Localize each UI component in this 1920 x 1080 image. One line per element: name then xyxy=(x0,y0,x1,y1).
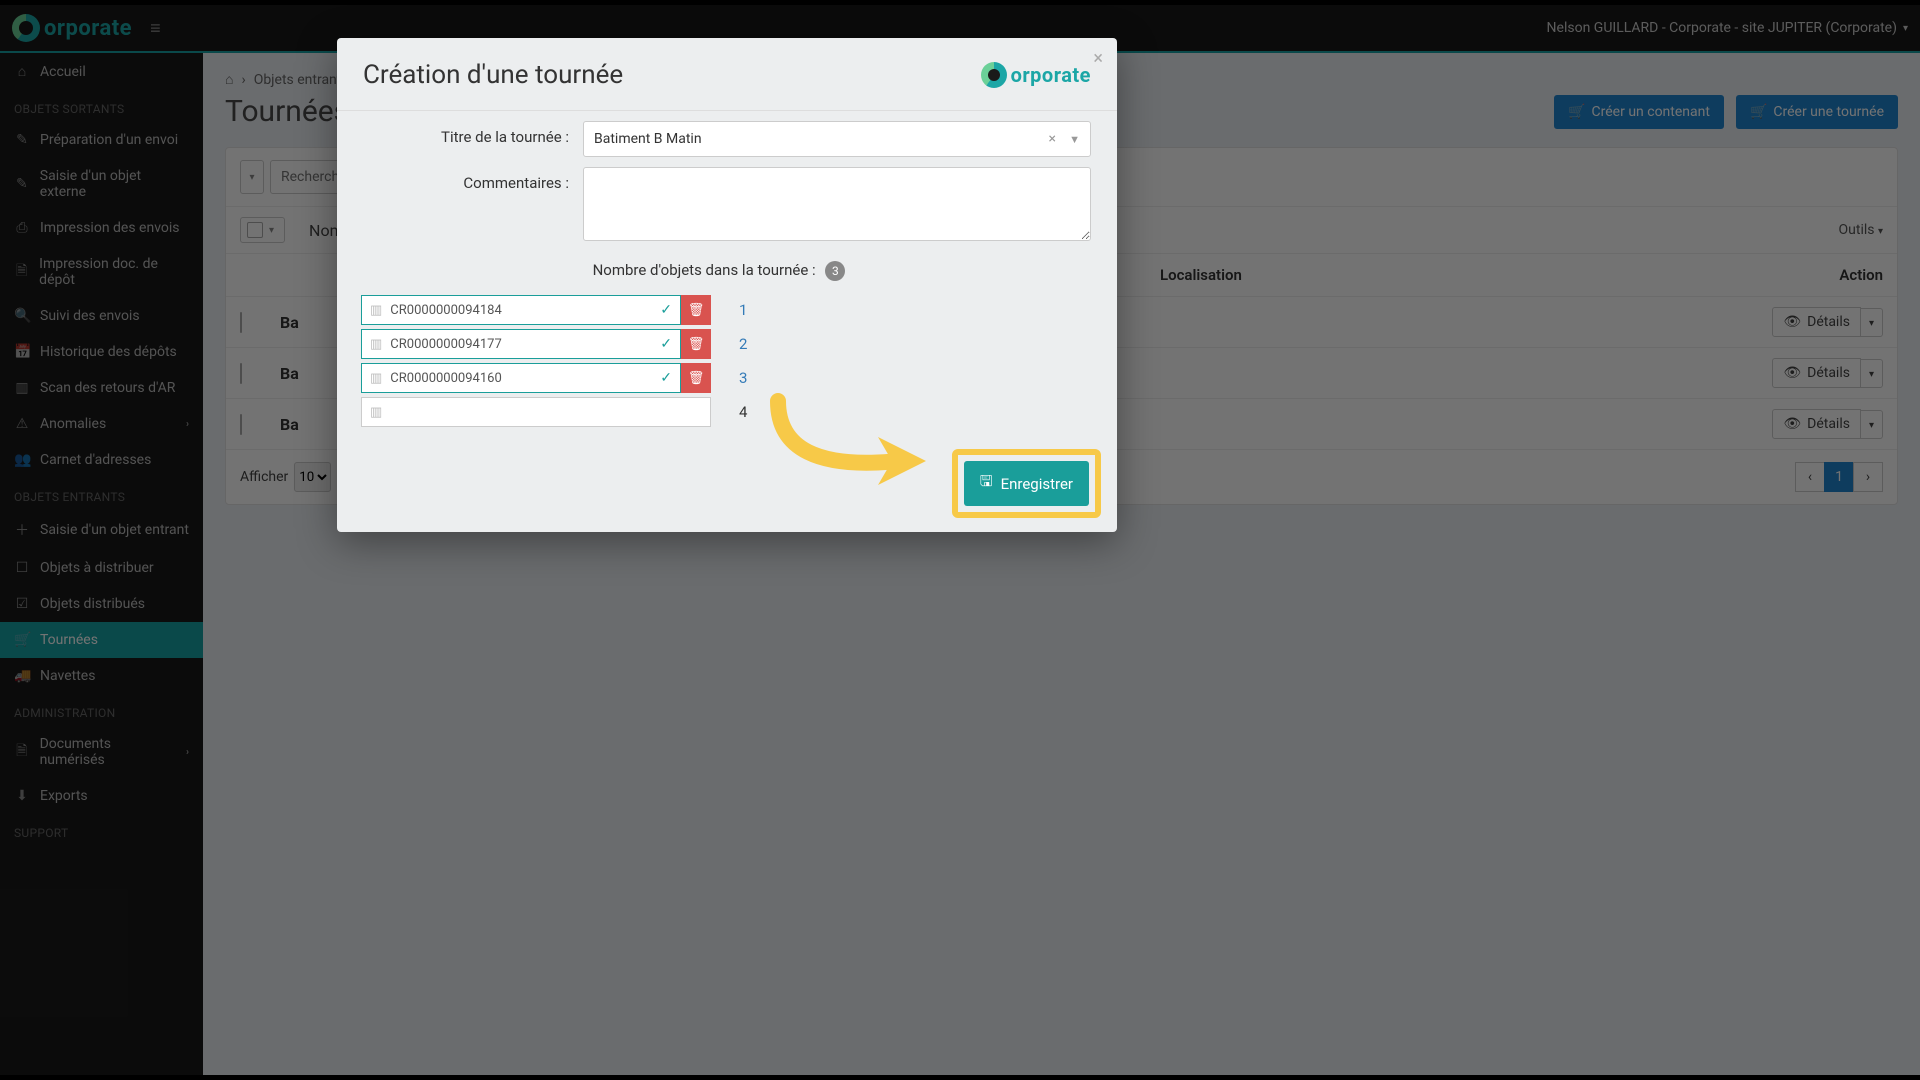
entry-number: 1 xyxy=(739,301,759,319)
save-label: Enregistrer xyxy=(1001,475,1073,493)
trash-icon: 🗑 xyxy=(688,337,705,352)
modal-footer: 🖫 Enregistrer xyxy=(337,441,1117,518)
entry-code: CR0000000094160 xyxy=(390,371,501,386)
count-label: Nombre d'objets dans la tournée : xyxy=(593,261,816,279)
entry-input-empty[interactable]: ▥ xyxy=(361,397,711,427)
check-icon: ✓ xyxy=(660,302,672,318)
entry-input[interactable]: ▥ CR0000000094177 ✓ xyxy=(361,329,681,359)
barcode-icon: ▥ xyxy=(370,303,382,318)
entry-row: ▥ CR0000000094160 ✓ 🗑 3 xyxy=(361,363,1091,393)
entries-list: ▥ CR0000000094184 ✓ 🗑 1 ▥ CR0000000094177 ✓ … xyxy=(347,295,1091,427)
save-highlight: 🖫 Enregistrer xyxy=(952,449,1101,518)
barcode-icon: ▥ xyxy=(370,337,382,352)
barcode-icon: ▥ xyxy=(370,405,382,420)
barcode-icon: ▥ xyxy=(370,371,382,386)
clear-icon[interactable]: × xyxy=(1049,131,1056,147)
delete-entry-button[interactable]: 🗑 xyxy=(681,329,711,359)
delete-entry-button[interactable]: 🗑 xyxy=(681,295,711,325)
entry-code: CR0000000094184 xyxy=(390,303,501,318)
entry-row-empty: ▥ 4 xyxy=(361,397,1091,427)
count-badge: 3 xyxy=(825,261,845,281)
modal-header: Création d'une tournée orporate xyxy=(337,38,1117,102)
entry-number: 2 xyxy=(739,335,759,353)
chevron-down-icon: ▼ xyxy=(1069,133,1080,146)
trash-icon: 🗑 xyxy=(688,371,705,386)
titre-value: Batiment B Matin xyxy=(594,131,702,147)
create-tournee-modal: × Création d'une tournée orporate Titre … xyxy=(337,38,1117,532)
entry-input[interactable]: ▥ CR0000000094160 ✓ xyxy=(361,363,681,393)
comments-label: Commentaires : xyxy=(347,167,583,192)
logo-mark-icon xyxy=(981,62,1007,88)
modal-body: Titre de la tournée : Batiment B Matin ×… xyxy=(337,110,1117,441)
comments-textarea[interactable] xyxy=(583,167,1091,241)
form-row-comments: Commentaires : xyxy=(347,167,1091,245)
check-icon: ✓ xyxy=(660,370,672,386)
titre-select[interactable]: Batiment B Matin × ▼ xyxy=(583,121,1091,157)
entry-code: CR0000000094177 xyxy=(390,337,501,352)
entry-number: 3 xyxy=(739,369,759,387)
delete-entry-button[interactable]: 🗑 xyxy=(681,363,711,393)
form-row-titre: Titre de la tournée : Batiment B Matin ×… xyxy=(347,121,1091,157)
check-icon: ✓ xyxy=(660,336,672,352)
modal-title: Création d'une tournée xyxy=(363,60,623,90)
brand-name: orporate xyxy=(1011,63,1091,87)
count-row: Nombre d'objets dans la tournée : 3 xyxy=(347,255,1091,295)
titre-label: Titre de la tournée : xyxy=(347,121,583,146)
save-icon: 🖫 xyxy=(980,471,993,496)
close-icon[interactable]: × xyxy=(1093,48,1103,69)
trash-icon: 🗑 xyxy=(688,303,705,318)
entry-row: ▥ CR0000000094184 ✓ 🗑 1 xyxy=(361,295,1091,325)
modal-brand: orporate xyxy=(981,62,1091,88)
entry-row: ▥ CR0000000094177 ✓ 🗑 2 xyxy=(361,329,1091,359)
entry-number: 4 xyxy=(739,403,759,421)
save-button[interactable]: 🖫 Enregistrer xyxy=(964,461,1089,506)
entry-input[interactable]: ▥ CR0000000094184 ✓ xyxy=(361,295,681,325)
